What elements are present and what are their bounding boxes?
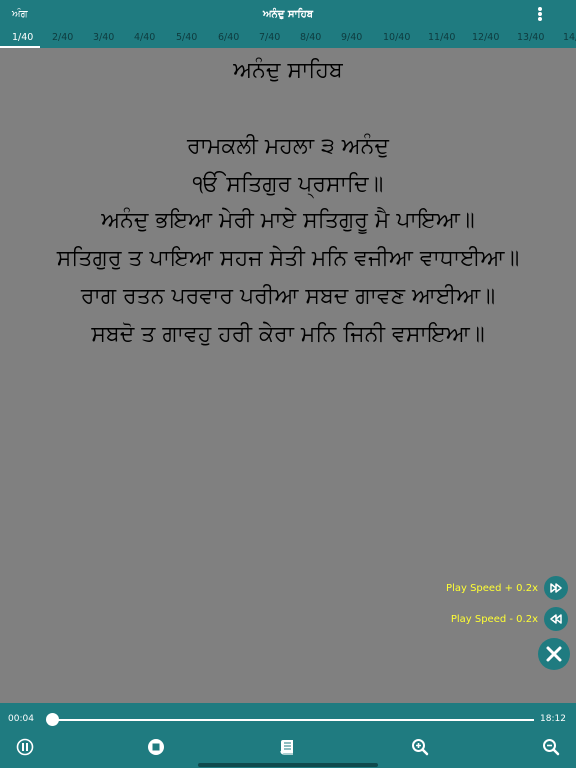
verse-line: ਸਬਦੋ ਤ ਗਾਵਹੁ ਹਰੀ ਕੇਰਾ ਮਨਿ ਜਿਨੀ ਵਸਾਇਆ॥ [91, 322, 485, 347]
close-icon[interactable] [538, 638, 570, 670]
tab-page-6[interactable]: 6/40 [218, 32, 239, 43]
speed-up-label[interactable]: Play Speed + 0.2x [446, 583, 538, 594]
zoom-out-icon[interactable] [541, 737, 561, 757]
page-title: ਅਨੰਦੁ ਸਾਹਿਬ [262, 9, 314, 20]
verse-line: ਰਾਗ ਰਤਨ ਪਰਵਾਰ ਪਰੀਆ ਸਬਦ ਗਾਵਣ ਆਈਆ॥ [80, 284, 496, 309]
book-icon[interactable] [278, 737, 298, 757]
speed-up-row: Play Speed + 0.2x [446, 576, 568, 600]
speed-down-label[interactable]: Play Speed - 0.2x [451, 614, 538, 625]
verse-line: ੴ ਸਤਿਗੁਰ ਪ੍ਰਸਾਦਿ॥ [192, 172, 384, 197]
tab-page-2[interactable]: 2/40 [52, 32, 73, 43]
tab-page-1[interactable]: 1/40 [12, 32, 33, 43]
tab-page-8[interactable]: 8/40 [300, 32, 321, 43]
tab-page-14[interactable]: 14/40 [563, 32, 576, 43]
page-tab-strip[interactable]: 1/40 2/40 3/40 4/40 5/40 6/40 7/40 8/40 … [0, 30, 576, 48]
tab-page-11[interactable]: 11/40 [428, 32, 455, 43]
tab-page-13[interactable]: 13/40 [517, 32, 544, 43]
rewind-icon[interactable] [544, 607, 568, 631]
home-indicator [198, 763, 378, 767]
gurbani-content[interactable]: ਅਨੰਦੁ ਸਾਹਿਬ ਰਾਮਕਲੀ ਮਹਲਾ ੩ ਅਨੰਦੁ ੴ ਸਤਿਗੁਰ… [0, 48, 576, 703]
verse-line: ਰਾਮਕਲੀ ਮਹਲਾ ੩ ਅਨੰਦੁ [187, 134, 389, 159]
pause-icon[interactable] [15, 737, 35, 757]
tab-page-5[interactable]: 5/40 [176, 32, 197, 43]
speed-down-row: Play Speed - 0.2x [451, 607, 568, 631]
verse-line: ਅਨੰਦੁ ਭਇਆ ਮੇਰੀ ਮਾਏ ਸਤਿਗੁਰੂ ਮੈ ਪਾਇਆ॥ [101, 208, 475, 233]
verse-heading: ਅਨੰਦੁ ਸਾਹਿਬ [233, 58, 343, 83]
progress-thumb[interactable] [45, 713, 59, 726]
tab-page-4[interactable]: 4/40 [134, 32, 155, 43]
elapsed-time: 00:04 [8, 714, 34, 724]
tab-page-9[interactable]: 9/40 [341, 32, 362, 43]
audio-player-bar: 00:04 18:12 [0, 703, 576, 768]
top-app-bar: ਅੰਗ ਅਨੰਦੁ ਸਾਹਿਬ [0, 0, 576, 30]
verse-line: ਸਤਿਗੁਰੁ ਤ ਪਾਇਆ ਸਹਜ ਸੇਤੀ ਮਨਿ ਵਜੀਆ ਵਾਧਾਈਆ॥ [56, 246, 520, 271]
tab-page-7[interactable]: 7/40 [259, 32, 280, 43]
tab-page-10[interactable]: 10/40 [383, 32, 410, 43]
tab-page-3[interactable]: 3/40 [93, 32, 114, 43]
fast-forward-icon[interactable] [544, 576, 568, 600]
total-time: 18:12 [540, 714, 566, 724]
tab-page-12[interactable]: 12/40 [472, 32, 499, 43]
stop-icon[interactable] [146, 737, 166, 757]
more-vertical-icon[interactable] [536, 6, 544, 24]
progress-track[interactable] [50, 719, 534, 721]
zoom-in-icon[interactable] [410, 737, 430, 757]
